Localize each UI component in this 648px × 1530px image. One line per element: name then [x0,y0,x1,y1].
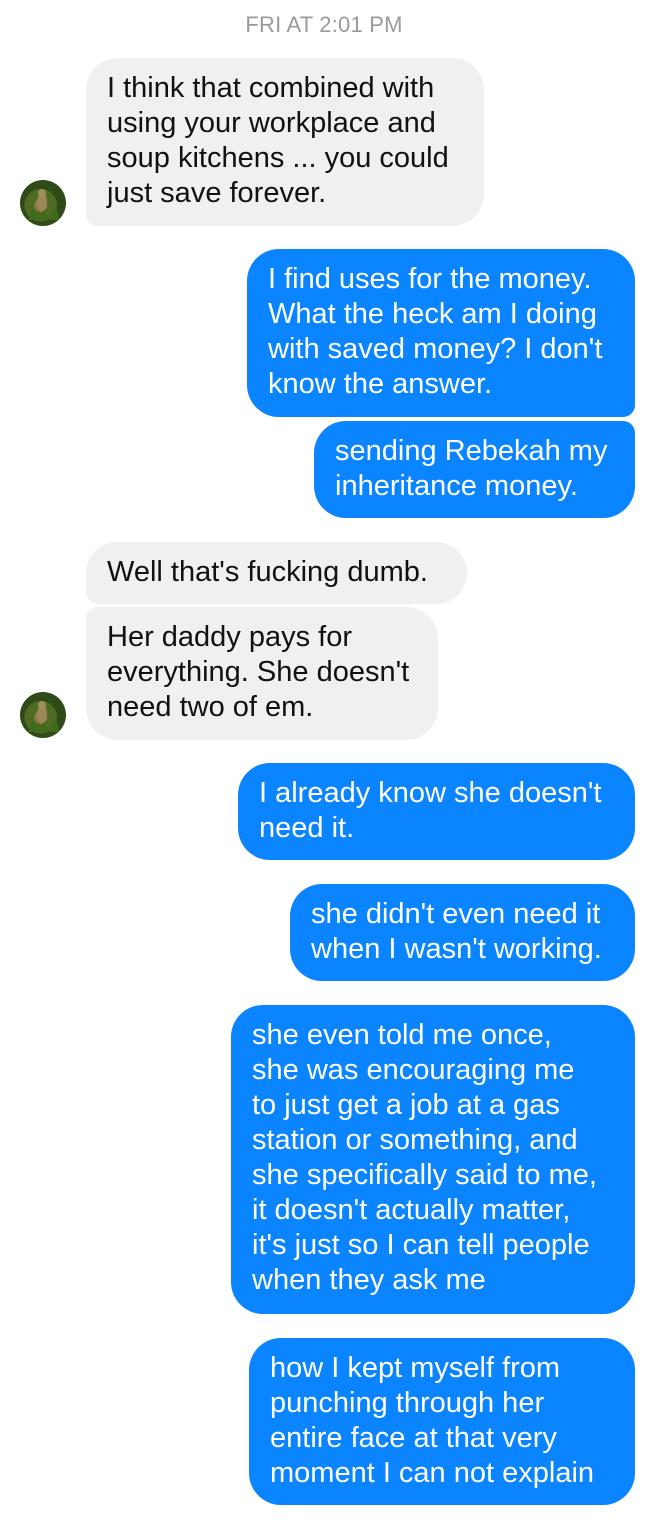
message-bubble-outgoing[interactable]: I already know she doesn't need it. [238,763,635,860]
message-bubble-incoming[interactable]: I think that combined with using your wo… [86,58,484,226]
message-timestamp: FRI AT 2:01 PM [245,12,403,37]
message-bubble-outgoing[interactable]: how I kept myself from punching through … [249,1338,635,1505]
message-bubble-outgoing[interactable]: she even told me once, she was encouragi… [231,1005,635,1314]
contact-avatar[interactable] [20,180,66,226]
message-bubble-outgoing[interactable]: she didn't even need it when I wasn't wo… [290,884,635,981]
message-bubble-incoming[interactable]: Well that's fucking dumb. [86,542,467,604]
message-bubble-outgoing[interactable]: sending Rebekah my inheritance money. [314,421,635,518]
contact-avatar[interactable] [20,692,66,738]
message-bubble-incoming[interactable]: Her daddy pays for everything. She doesn… [86,607,438,740]
message-bubble-outgoing[interactable]: I find uses for the money. What the heck… [247,249,635,417]
